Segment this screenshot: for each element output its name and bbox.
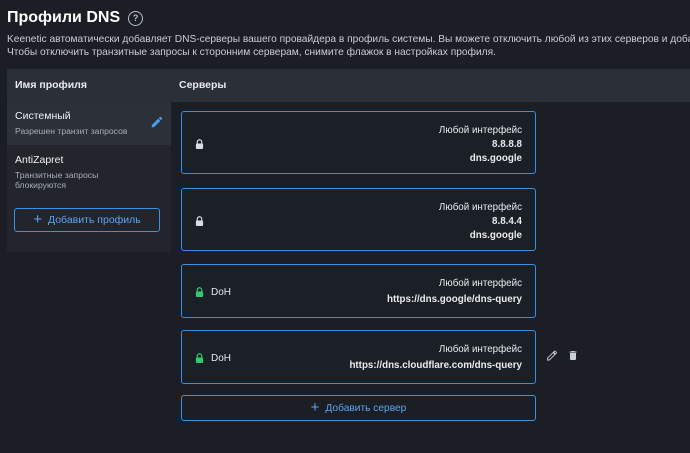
server-address: 8.8.8.8 <box>492 139 522 150</box>
server-address: 8.8.4.4 <box>492 216 522 227</box>
server-address: https://dns.google/dns-query <box>387 294 522 305</box>
profile-status: Разрешен транзит запросов <box>15 126 128 136</box>
lock-icon <box>195 139 204 149</box>
server-card[interactable]: Любой интерфейс 8.8.4.4 dns.google <box>181 188 536 251</box>
add-server-label: Добавить сервер <box>325 402 407 414</box>
profile-list: Системный Разрешен транзит запросов Anti… <box>7 102 171 252</box>
plus-icon: + <box>310 399 320 416</box>
server-card[interactable]: Любой интерфейс 8.8.8.8 dns.google <box>181 111 536 174</box>
help-icon[interactable]: ? <box>128 10 144 26</box>
pencil-icon[interactable] <box>546 349 558 362</box>
trash-icon[interactable] <box>567 349 579 362</box>
column-header-profile: Имя профиля <box>15 79 87 91</box>
lock-icon <box>195 353 204 363</box>
lock-icon <box>195 216 204 226</box>
profile-name: AntiZapret <box>15 154 64 166</box>
profile-status: Транзитные запросы блокируются <box>15 170 99 190</box>
server-address: https://dns.cloudflare.com/dns-query <box>349 360 522 371</box>
page-title: Профили DNS <box>7 9 121 26</box>
profile-item-system[interactable]: Системный Разрешен транзит запросов <box>7 102 171 145</box>
description-line-2: Чтобы отключить транзитные запросы к сто… <box>7 47 496 58</box>
server-interface: Любой интерфейс <box>438 202 522 213</box>
description-line-1: Keenetic автоматически добавляет DNS-сер… <box>7 34 690 45</box>
title-row: Профили DNS ? <box>7 9 144 27</box>
server-hostname: dns.google <box>469 153 522 164</box>
server-interface: Любой интерфейс <box>438 344 522 355</box>
server-hostname: dns.google <box>469 230 522 241</box>
server-type: DoH <box>211 353 232 364</box>
profile-item-antizapret[interactable]: AntiZapret Транзитные запросы блокируютс… <box>7 145 171 197</box>
add-server-button[interactable]: + Добавить сервер <box>181 395 536 421</box>
table-header: Имя профиля Серверы <box>7 69 690 102</box>
page-description: Keenetic автоматически добавляет DNS-сер… <box>7 33 690 59</box>
pencil-icon[interactable] <box>150 115 164 129</box>
profile-name: Системный <box>15 110 71 122</box>
server-row-actions <box>546 349 579 362</box>
server-interface: Любой интерфейс <box>438 125 522 136</box>
server-type: DoH <box>211 287 232 298</box>
plus-icon: + <box>33 211 42 228</box>
server-card[interactable]: DoH Любой интерфейс https://dns.cloudfla… <box>181 330 536 384</box>
add-profile-button[interactable]: + Добавить профиль <box>14 208 160 232</box>
column-header-servers: Серверы <box>179 79 227 91</box>
add-profile-label: Добавить профиль <box>47 214 141 226</box>
server-interface: Любой интерфейс <box>438 278 522 289</box>
server-card[interactable]: DoH Любой интерфейс https://dns.google/d… <box>181 264 536 318</box>
lock-icon <box>195 287 204 297</box>
